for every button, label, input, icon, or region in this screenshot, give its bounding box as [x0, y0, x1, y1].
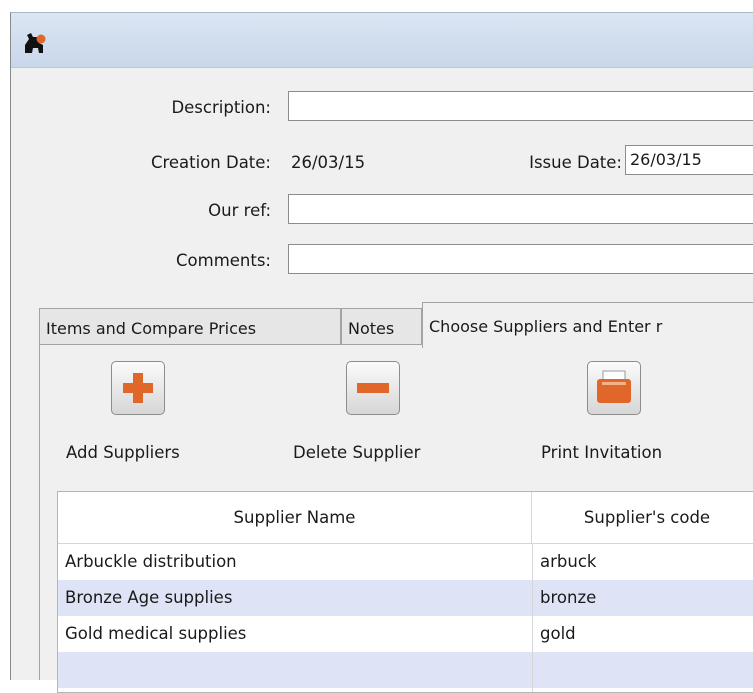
supplier-code-cell: arbuck — [540, 552, 597, 571]
supplier-code-cell: gold — [540, 624, 576, 643]
issue-date-field[interactable]: 26/03/15 — [625, 145, 753, 175]
supplier-name-cell: Bronze Age supplies — [65, 588, 233, 607]
tab-items-compare-prices[interactable]: Items and Compare Prices — [39, 308, 341, 346]
our-ref-label: Our ref: — [208, 201, 271, 220]
delete-supplier-label: Delete Supplier — [293, 443, 421, 462]
plus-icon — [123, 373, 153, 403]
printer-icon — [597, 370, 631, 403]
print-invitation-label: Print Invitation — [541, 443, 663, 462]
tab-notes[interactable]: Notes — [341, 308, 422, 346]
supplier-name-cell: Arbuckle distribution — [65, 552, 237, 571]
table-row[interactable] — [58, 652, 753, 688]
add-suppliers-button[interactable] — [111, 361, 165, 415]
description-field[interactable] — [288, 91, 753, 121]
table-row[interactable]: Bronze Age supplies bronze — [58, 580, 753, 616]
minus-icon — [357, 383, 389, 393]
column-divider — [532, 544, 533, 692]
issue-date-label: Issue Date: — [529, 153, 622, 172]
add-suppliers-label: Add Suppliers — [66, 443, 180, 462]
column-header-supplier-name[interactable]: Supplier Name — [58, 492, 532, 544]
tab-choose-suppliers[interactable]: Choose Suppliers and Enter r — [422, 302, 753, 348]
supplier-code-cell: bronze — [540, 588, 597, 607]
description-label: Description: — [171, 98, 271, 117]
print-invitation-button[interactable] — [587, 361, 641, 415]
table-row[interactable]: Gold medical supplies gold — [58, 616, 753, 652]
creation-date-value: 26/03/15 — [291, 153, 366, 172]
our-ref-field[interactable] — [288, 194, 753, 224]
delete-supplier-button[interactable] — [346, 361, 400, 415]
suppliers-table[interactable]: Supplier Name Supplier's code Arbuckle d… — [57, 491, 753, 693]
title-bar — [11, 13, 753, 68]
supplier-name-cell: Gold medical supplies — [65, 624, 247, 643]
app-logo-icon — [25, 33, 46, 53]
comments-label: Comments: — [176, 251, 271, 270]
supplier-tender-window: Description: Creation Date: 26/03/15 Iss… — [10, 12, 753, 693]
column-header-supplier-code[interactable]: Supplier's code — [532, 492, 753, 544]
comments-field[interactable] — [288, 244, 753, 274]
creation-date-label: Creation Date: — [150, 153, 271, 172]
table-row[interactable]: Arbuckle distribution arbuck — [58, 544, 753, 580]
